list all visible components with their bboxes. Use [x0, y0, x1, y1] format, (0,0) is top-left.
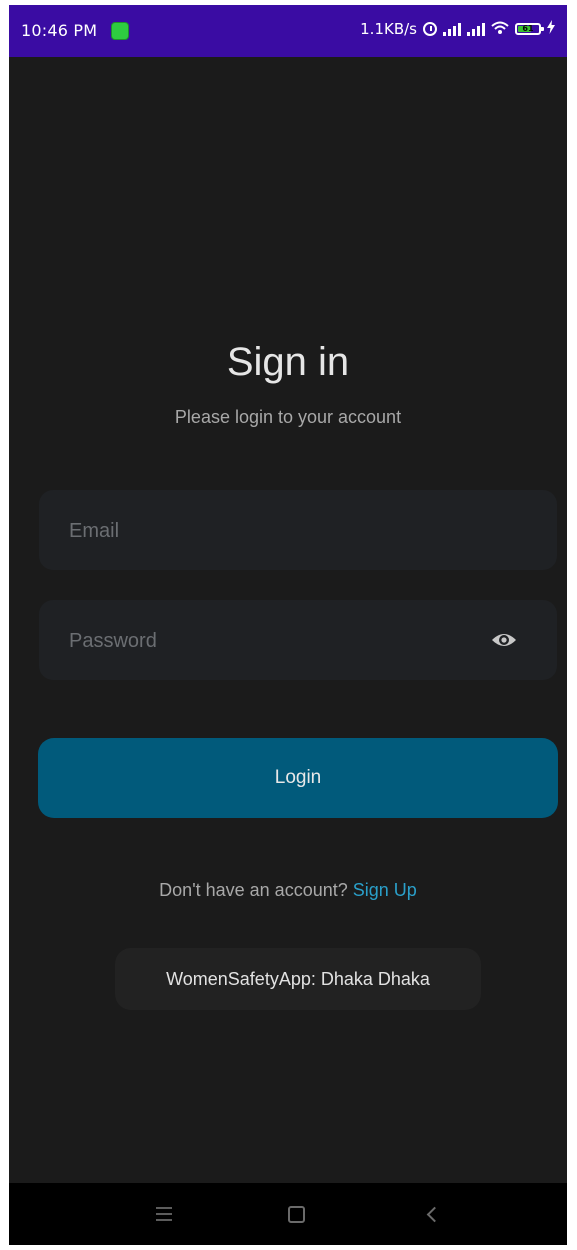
signup-prompt: Don't have an account? [159, 880, 348, 900]
alarm-icon [423, 22, 437, 36]
navigation-bar [9, 1183, 567, 1245]
battery-level: 61 [522, 24, 534, 33]
signup-link[interactable]: Sign Up [353, 880, 417, 900]
home-button[interactable] [266, 1183, 326, 1245]
page-subtitle: Please login to your account [174, 407, 402, 427]
signal-icon [443, 22, 461, 36]
signup-row: Don't have an account? Sign Up [9, 880, 567, 901]
email-input[interactable] [67, 490, 491, 572]
app-notification-icon [111, 22, 129, 40]
login-button[interactable]: Login [38, 738, 558, 818]
signal-icon [467, 22, 485, 36]
back-icon [426, 1206, 442, 1222]
phone-screen: 10:46 PM 1.1KB/s 61 Sign in Please login… [9, 5, 567, 1245]
back-button[interactable] [402, 1183, 462, 1245]
password-input[interactable] [67, 600, 491, 682]
menu-icon [156, 1207, 172, 1221]
home-icon [287, 1205, 305, 1223]
email-field-container [39, 490, 557, 572]
toast-message: WomenSafetyApp: Dhaka Dhaka [115, 948, 481, 1010]
battery-icon: 61 [515, 23, 544, 35]
charging-icon [547, 20, 555, 38]
wifi-icon [491, 21, 509, 38]
page-title: Sign in [226, 340, 350, 384]
password-field-container [39, 600, 557, 682]
network-speed: 1.1KB/s [360, 20, 417, 38]
status-icons: 1.1KB/s 61 [360, 20, 555, 38]
status-time: 10:46 PM [21, 21, 98, 40]
menu-button[interactable] [134, 1183, 194, 1245]
eye-icon[interactable] [491, 628, 517, 652]
status-bar: 10:46 PM 1.1KB/s 61 [9, 5, 567, 57]
